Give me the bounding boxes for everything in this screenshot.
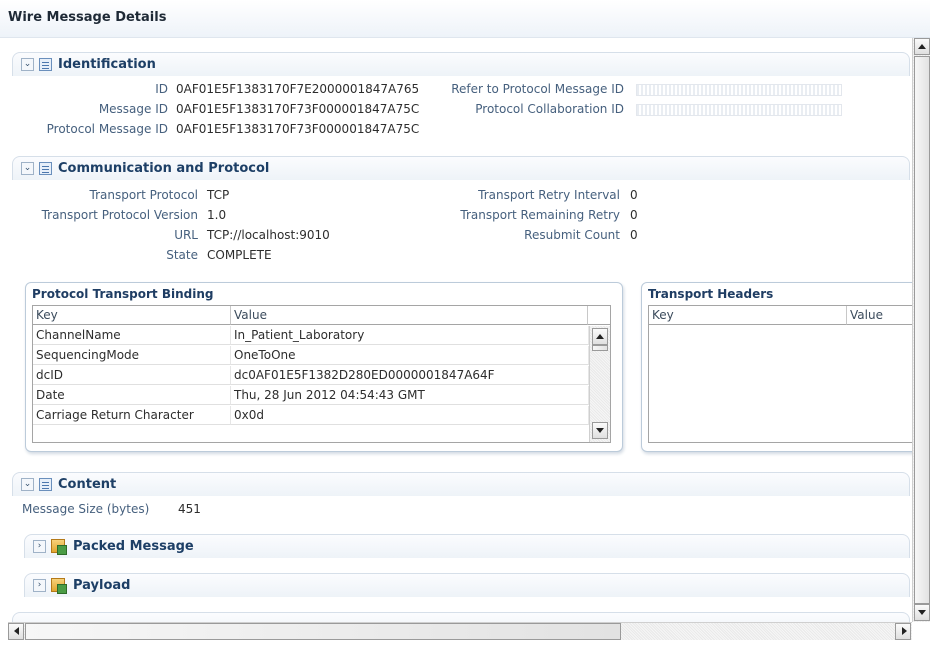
identification-header[interactable]: ⌄ Identification xyxy=(12,52,910,76)
resubmit-count-value: 0 xyxy=(630,228,638,242)
page-horizontal-thumb[interactable] xyxy=(25,623,621,640)
value-column-header[interactable]: Value xyxy=(847,306,912,325)
chevron-right-icon[interactable]: › xyxy=(33,540,46,553)
table-row-key[interactable]: ChannelName xyxy=(33,326,231,345)
protocol-collaboration-id-label: Protocol Collaboration ID xyxy=(475,102,624,116)
transport-protocol-version-label: Transport Protocol Version xyxy=(41,208,198,222)
transport-protocol-label: Transport Protocol xyxy=(89,188,198,202)
arrow-up-icon xyxy=(596,334,604,339)
protocol-collaboration-id-value xyxy=(636,104,842,116)
arrow-right-icon xyxy=(902,627,907,635)
page-scroll-down-button[interactable] xyxy=(914,604,930,621)
url-value: TCP://localhost:9010 xyxy=(207,228,330,242)
message-size-value: 451 xyxy=(178,502,201,516)
page-scroll-up-button[interactable] xyxy=(914,38,930,55)
binding-table-scrollbar[interactable] xyxy=(589,326,610,442)
identification-title: Identification xyxy=(58,57,156,72)
message-size-label: Message Size (bytes) xyxy=(22,502,150,516)
table-row-key[interactable]: dcID xyxy=(33,366,231,385)
window-titlebar: Wire Message Details xyxy=(0,0,930,38)
scroll-thumb[interactable] xyxy=(592,345,608,351)
arrow-down-icon xyxy=(918,610,926,615)
id-value: 0AF01E5F1383170F7E2000001847A765 xyxy=(176,82,420,96)
url-label: URL xyxy=(174,228,198,242)
list-icon xyxy=(39,58,52,71)
state-value: COMPLETE xyxy=(207,248,272,262)
package-icon xyxy=(51,578,67,594)
packed-message-title: Packed Message xyxy=(73,539,194,554)
content-header[interactable]: ⌄ Content xyxy=(12,472,910,496)
table-row-key[interactable]: Carriage Return Character xyxy=(33,406,231,425)
protocol-message-id-value: 0AF01E5F1383170F73F000001847A75C xyxy=(176,122,420,136)
transport-retry-interval-label: Transport Retry Interval xyxy=(478,188,620,202)
id-label: ID xyxy=(155,82,168,96)
state-label: State xyxy=(166,248,198,262)
table-row-value[interactable]: In_Patient_Laboratory xyxy=(231,326,589,345)
header-spacer xyxy=(588,306,610,325)
package-icon xyxy=(51,539,67,555)
page-horizontal-scrollbar[interactable] xyxy=(8,622,912,640)
transport-remaining-retry-value: 0 xyxy=(630,208,638,222)
transport-retry-interval-value: 0 xyxy=(630,188,638,202)
value-column-header[interactable]: Value xyxy=(231,306,588,325)
message-id-value: 0AF01E5F1383170F73F000001847A75C xyxy=(176,102,420,116)
payload-title: Payload xyxy=(73,578,131,593)
communication-header[interactable]: ⌄ Communication and Protocol xyxy=(12,156,910,180)
protocol-transport-binding-panel: Protocol Transport Binding Key Value Cha… xyxy=(25,282,623,452)
message-id-label: Message ID xyxy=(98,102,168,116)
page-scroll-thumb[interactable] xyxy=(914,56,930,604)
arrow-down-icon xyxy=(596,428,604,433)
transport-remaining-retry-label: Transport Remaining Retry xyxy=(460,208,620,222)
refer-protocol-message-id-label: Refer to Protocol Message ID xyxy=(451,82,624,96)
table-row-value[interactable]: dc0AF01E5F1382D280ED0000001847A64F xyxy=(231,366,589,385)
arrow-up-icon xyxy=(918,44,926,49)
transport-protocol-version-value: 1.0 xyxy=(207,208,227,222)
protocol-transport-binding-title: Protocol Transport Binding xyxy=(32,287,214,301)
resubmit-count-label: Resubmit Count xyxy=(524,228,620,242)
transport-protocol-value: TCP xyxy=(207,188,230,202)
page-scroll-right-button[interactable] xyxy=(895,623,911,640)
key-column-header[interactable]: Key xyxy=(649,306,847,325)
headers-table: Key Value xyxy=(648,305,912,443)
table-row-key[interactable]: SequencingMode xyxy=(33,346,231,365)
chevron-down-icon[interactable]: ⌄ xyxy=(21,162,34,175)
transport-headers-title: Transport Headers xyxy=(648,287,774,301)
window-title: Wire Message Details xyxy=(8,10,167,25)
payload-header[interactable]: › Payload xyxy=(24,573,910,597)
content-title: Content xyxy=(58,477,117,492)
chevron-down-icon[interactable]: ⌄ xyxy=(21,478,34,491)
details-scroll-area: ⌄ Identification ID 0AF01E5F1383170F7E20… xyxy=(8,38,912,622)
list-icon xyxy=(39,162,52,175)
chevron-down-icon[interactable]: ⌄ xyxy=(21,58,34,71)
page-scroll-left-button[interactable] xyxy=(8,623,24,640)
refer-protocol-message-id-value xyxy=(636,84,842,96)
binding-table: Key Value ChannelName In_Patient_Laborat… xyxy=(32,305,611,443)
next-section-header[interactable] xyxy=(12,612,910,622)
chevron-right-icon[interactable]: › xyxy=(33,579,46,592)
key-column-header[interactable]: Key xyxy=(33,306,231,325)
protocol-message-id-label: Protocol Message ID xyxy=(46,122,168,136)
table-row-value[interactable]: Thu, 28 Jun 2012 04:54:43 GMT xyxy=(231,386,589,405)
table-row-key[interactable]: Date xyxy=(33,386,231,405)
communication-title: Communication and Protocol xyxy=(58,161,270,176)
page-vertical-scrollbar[interactable] xyxy=(912,38,930,622)
packed-message-header[interactable]: › Packed Message xyxy=(24,534,910,558)
scroll-down-button[interactable] xyxy=(592,422,608,439)
transport-headers-panel: Transport Headers Key Value xyxy=(641,282,912,452)
scroll-up-button[interactable] xyxy=(592,328,608,345)
list-icon xyxy=(39,478,52,491)
table-row-value[interactable]: 0x0d xyxy=(231,406,589,425)
arrow-left-icon xyxy=(14,627,19,635)
table-row-value[interactable]: OneToOne xyxy=(231,346,589,365)
